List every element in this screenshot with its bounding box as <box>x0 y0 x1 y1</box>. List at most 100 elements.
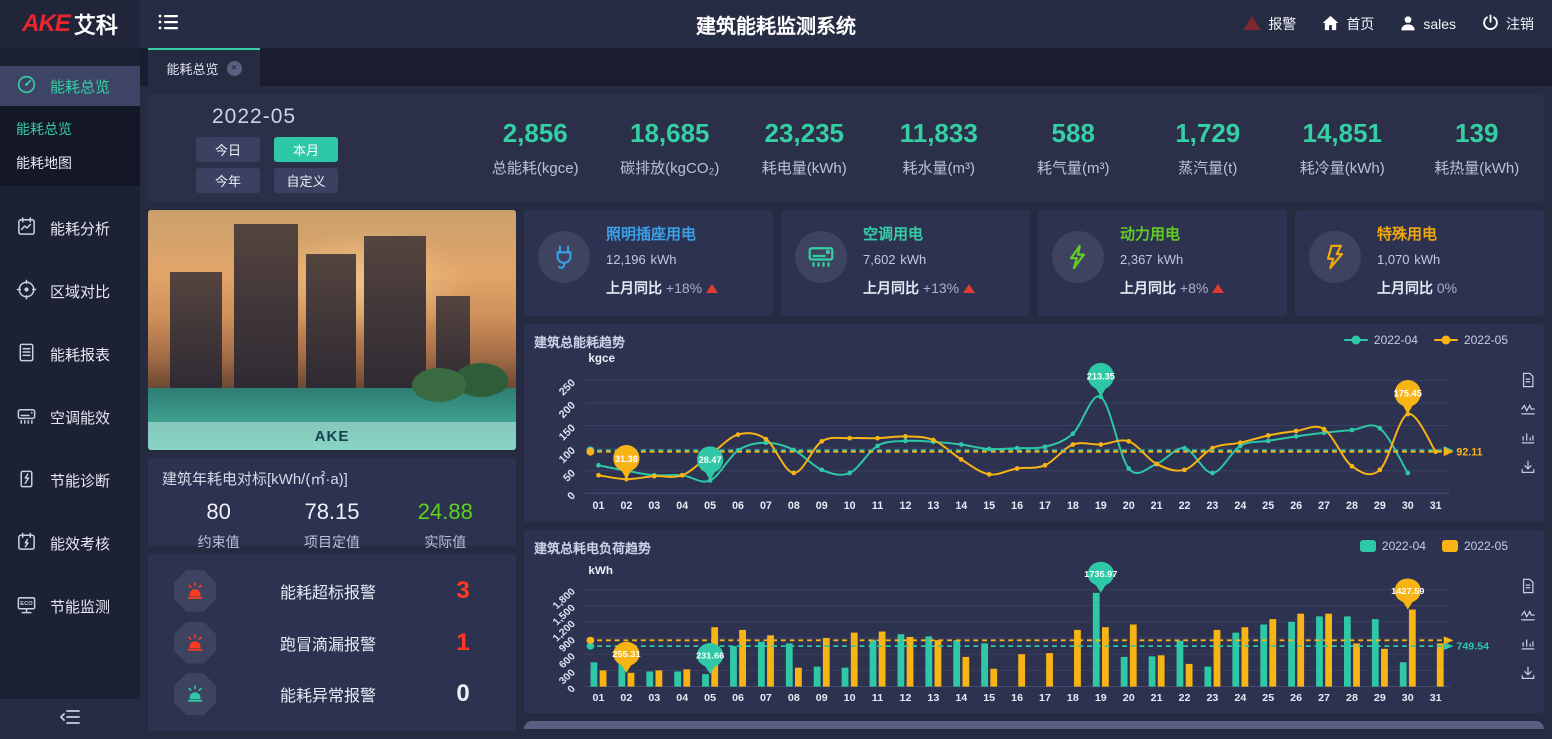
svg-text:1427.59: 1427.59 <box>1391 586 1424 596</box>
card-power[interactable]: 动力用电 2,367 kWh 上月同比 +8% <box>1038 210 1287 316</box>
line-chart-toggle-icon[interactable] <box>1520 401 1536 417</box>
card-special[interactable]: 特殊用电 1,070 kWh 上月同比 0% <box>1295 210 1544 316</box>
svg-text:04: 04 <box>676 500 688 512</box>
load-trend-bar-chart: kWh03006009001,2001,5001,800010203040506… <box>534 557 1506 710</box>
bar-chart-toggle-icon[interactable] <box>1520 636 1536 652</box>
range-button-today[interactable]: 今日 <box>196 137 260 162</box>
alarm-count: 1 <box>440 629 486 657</box>
svg-text:31: 31 <box>1430 693 1442 704</box>
svg-text:09: 09 <box>816 693 828 704</box>
nav-user[interactable]: sales <box>1400 15 1456 34</box>
siren-icon <box>174 673 216 715</box>
sidebar-item-saving-monitor[interactable]: ECO 节能监测 <box>0 585 140 627</box>
tab-close-icon[interactable]: × <box>227 61 242 76</box>
svg-text:213.35: 213.35 <box>1087 372 1115 382</box>
current-period: 2022-05 <box>212 105 468 129</box>
stat-heating: 139耗热量(kWh) <box>1410 118 1545 178</box>
tab-bar: 能耗总览 × <box>140 48 1552 86</box>
calendar-chart-icon <box>16 216 37 241</box>
svg-text:175.45: 175.45 <box>1394 389 1422 399</box>
svg-text:ECO: ECO <box>20 601 33 607</box>
svg-text:13: 13 <box>927 500 939 512</box>
svg-text:08: 08 <box>788 500 800 512</box>
alarm-row-abnormal[interactable]: 能耗异常报警 0 <box>174 673 486 715</box>
data-view-icon[interactable] <box>1520 372 1536 388</box>
sidebar-item-energy-report[interactable]: 能耗报表 <box>0 333 140 375</box>
svg-text:06: 06 <box>732 693 744 704</box>
legend-swatch <box>1360 540 1376 552</box>
svg-text:25: 25 <box>1262 693 1274 704</box>
svg-text:24: 24 <box>1234 500 1246 512</box>
submenu-item-energy-overview[interactable]: 能耗总览 <box>0 112 140 146</box>
next-panel-edge <box>524 721 1544 729</box>
stat-cooling: 14,851耗冷量(kWh) <box>1275 118 1410 178</box>
nav-alarm[interactable]: 报警 <box>1243 14 1296 34</box>
svg-text:22: 22 <box>1179 500 1191 512</box>
submenu-item-energy-map[interactable]: 能耗地图 <box>0 146 140 180</box>
stat-water: 11,833耗水量(m³) <box>872 118 1007 178</box>
svg-text:04: 04 <box>676 693 688 704</box>
stat-total-energy: 2,856总能耗(kgce) <box>468 118 603 178</box>
sidebar-collapse-button[interactable] <box>0 699 140 739</box>
svg-text:17: 17 <box>1039 500 1051 512</box>
svg-text:0: 0 <box>565 490 578 503</box>
sidebar-item-label: 能耗报表 <box>50 344 110 365</box>
sidebar-item-label: 能效考核 <box>50 533 110 554</box>
tab-label: 能耗总览 <box>166 59 218 78</box>
collapse-icon <box>58 708 82 731</box>
svg-text:15: 15 <box>983 693 995 704</box>
legend-item[interactable]: 2022-05 <box>1442 539 1508 553</box>
line-chart-toggle-icon[interactable] <box>1520 607 1536 623</box>
nav-logout[interactable]: 注销 <box>1482 14 1534 34</box>
hamburger-menu-icon[interactable] <box>158 13 180 36</box>
svg-text:29: 29 <box>1374 500 1386 512</box>
sidebar-item-label: 能耗总览 <box>50 76 110 97</box>
download-icon[interactable] <box>1520 665 1536 681</box>
download-icon[interactable] <box>1520 459 1536 475</box>
svg-text:16: 16 <box>1011 693 1023 704</box>
tab-energy-overview[interactable]: 能耗总览 × <box>148 48 260 86</box>
main-content: 2022-05 今日 本月 今年 自定义 2,856总能耗(kgce) 18,6… <box>140 86 1552 739</box>
card-hvac[interactable]: 空调用电 7,602 kWh 上月同比 +13% <box>781 210 1030 316</box>
svg-text:17: 17 <box>1039 693 1051 704</box>
bar-chart-toggle-icon[interactable] <box>1520 430 1536 446</box>
range-button-month[interactable]: 本月 <box>274 137 338 162</box>
legend-item[interactable]: 2022-04 <box>1344 333 1418 347</box>
sidebar-item-region-compare[interactable]: 区域对比 <box>0 270 140 312</box>
svg-text:31: 31 <box>1430 500 1442 512</box>
card-lighting-sockets[interactable]: 照明插座用电 12,196 kWh 上月同比 +18% <box>524 210 773 316</box>
svg-text:250: 250 <box>557 377 578 398</box>
svg-text:03: 03 <box>648 500 660 512</box>
sidebar-item-energy-overview[interactable]: 能耗总览 <box>0 66 140 106</box>
legend-label: 2022-04 <box>1382 539 1426 553</box>
svg-text:24: 24 <box>1234 693 1246 704</box>
svg-text:27: 27 <box>1318 500 1330 512</box>
svg-text:14: 14 <box>955 693 967 704</box>
alarm-row-over-limit[interactable]: 能耗超标报警 3 <box>174 570 486 612</box>
data-view-icon[interactable] <box>1520 578 1536 594</box>
nav-home[interactable]: 首页 <box>1322 14 1374 34</box>
svg-text:150: 150 <box>557 422 578 443</box>
svg-text:kgce: kgce <box>588 352 615 365</box>
sidebar-item-label: 节能诊断 <box>50 470 110 491</box>
legend-item[interactable]: 2022-04 <box>1360 539 1426 553</box>
alarm-row-leakage[interactable]: 跑冒滴漏报警 1 <box>174 622 486 664</box>
svg-text:255.31: 255.31 <box>612 649 640 659</box>
app-header: AKE 艾科 建筑能耗监测系统 报警 首页 sales 注销 <box>0 0 1552 48</box>
svg-text:28: 28 <box>1346 693 1358 704</box>
sidebar-item-saving-diagnosis[interactable]: 节能诊断 <box>0 459 140 501</box>
benchmark-actual: 24.88实际值 <box>389 499 502 552</box>
building-photo: AKE <box>148 210 516 450</box>
alarm-label: 能耗超标报警 <box>216 579 440 603</box>
legend-item[interactable]: 2022-05 <box>1434 333 1508 347</box>
range-button-year[interactable]: 今年 <box>196 168 260 193</box>
legend-label: 2022-04 <box>1374 333 1418 347</box>
target-icon <box>16 279 37 304</box>
chart-legend: 2022-04 2022-05 <box>1344 333 1508 347</box>
sidebar-item-energy-analysis[interactable]: 能耗分析 <box>0 207 140 249</box>
range-button-custom[interactable]: 自定义 <box>274 168 338 193</box>
sidebar-item-efficiency-assessment[interactable]: 能效考核 <box>0 522 140 564</box>
sidebar-item-hvac-efficiency[interactable]: 空调能效 <box>0 396 140 438</box>
trend-up-icon <box>1212 284 1224 293</box>
chart-toolbar <box>1520 578 1536 681</box>
